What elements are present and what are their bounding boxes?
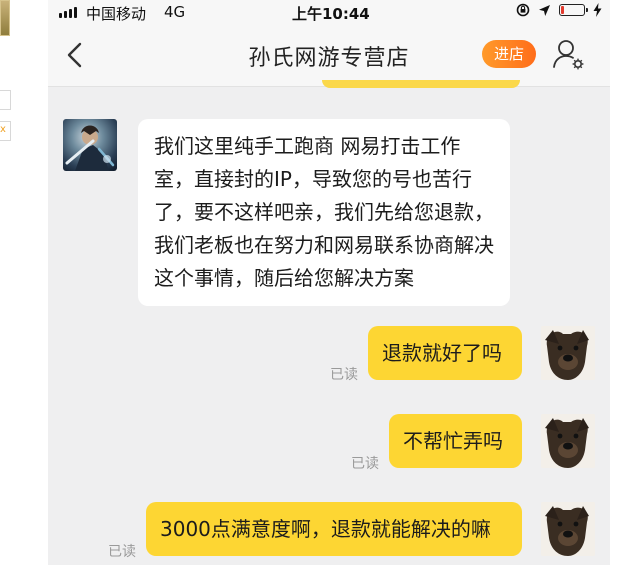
chat-screen: 中国移动 4G 上午10:44 孙氏网游专营店 进店 我们这里纯手工跑商 网易打… bbox=[48, 0, 610, 565]
battery-level bbox=[561, 6, 564, 14]
background-box bbox=[0, 90, 11, 110]
screenshot-edge bbox=[610, 0, 624, 565]
my-message-bubble[interactable]: 不帮忙弄吗 bbox=[389, 414, 522, 468]
carrier-name: 中国移动 bbox=[86, 5, 147, 23]
screenshot: x 中国移动 4G 上午10:44 孙氏网游专营店 进店 我们这里纯手工跑商 网… bbox=[0, 0, 624, 565]
read-status: 已读 bbox=[108, 544, 136, 560]
background-page-strip: x bbox=[0, 0, 48, 565]
background-tag: x bbox=[0, 124, 6, 135]
chat-header: 孙氏网游专营店 进店 bbox=[48, 24, 610, 87]
battery-icon bbox=[559, 4, 588, 16]
dog-avatar-image bbox=[541, 326, 595, 380]
read-status: 已读 bbox=[351, 456, 379, 472]
warrior-avatar-image bbox=[65, 125, 115, 171]
previous-message-bubble bbox=[322, 80, 520, 88]
my-avatar[interactable] bbox=[541, 502, 595, 556]
status-time: 上午10:44 bbox=[292, 5, 370, 23]
read-status: 已读 bbox=[330, 367, 358, 383]
shop-avatar[interactable] bbox=[63, 119, 117, 171]
status-icons bbox=[516, 3, 602, 17]
status-bar: 中国移动 4G 上午10:44 bbox=[48, 0, 610, 24]
charging-bolt-icon bbox=[593, 3, 602, 17]
my-avatar[interactable] bbox=[541, 414, 595, 468]
network-type: 4G bbox=[164, 3, 186, 21]
user-settings-icon[interactable] bbox=[552, 37, 586, 71]
enter-shop-button[interactable]: 进店 bbox=[482, 40, 537, 68]
shop-message-bubble[interactable]: 我们这里纯手工跑商 网易打击工作室，直接封的IP，导致您的号也苦行了，要不这样吧… bbox=[138, 119, 510, 306]
my-message-bubble[interactable]: 3000点满意度啊，退款就能解决的嘛 bbox=[146, 502, 522, 556]
my-message-bubble[interactable]: 退款就好了吗 bbox=[368, 326, 522, 380]
dog-avatar-image bbox=[541, 414, 595, 468]
background-thumbnail bbox=[0, 0, 10, 36]
my-avatar[interactable] bbox=[541, 326, 595, 380]
dog-avatar-image bbox=[541, 502, 595, 556]
phone-screen: 中国移动 4G 上午10:44 孙氏网游专营店 进店 我们这里纯手工跑商 网易打… bbox=[48, 0, 624, 565]
location-arrow-icon bbox=[539, 4, 550, 16]
rotation-lock-icon bbox=[516, 3, 530, 17]
signal-strength-icon bbox=[59, 6, 77, 18]
